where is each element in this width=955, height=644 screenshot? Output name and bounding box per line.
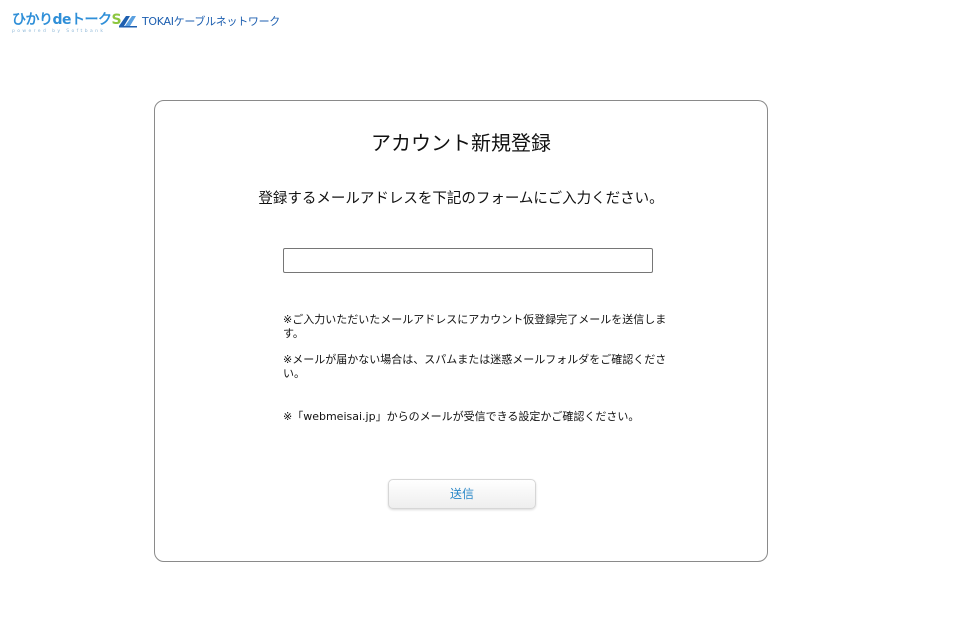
logo-main-suffix: S [111,12,122,28]
email-field[interactable] [283,248,653,273]
logo-sub-text: powered by Softbank [12,29,106,34]
logo-main-prefix: ひかりdeトーク [12,12,112,28]
note-domain-setting: ※「webmeisai.jp」からのメールが受信できる設定かご確認ください。 [283,410,640,423]
note-spam-folder: ※メールが届かない場合は、スパムまたは迷惑メールフォルダをご確認ください。 [283,353,667,380]
notes: ※ご入力いただいたメールアドレスにアカウント仮登録完了メールを送信します。 ※メ… [283,313,683,424]
tokai-logo-text: TOKAIケーブルネットワーク [142,15,281,28]
header: ひかりdeトークS powered by Softbank TOKAIケーブルネ… [12,12,280,40]
page-title: アカウント新規登録 [371,131,551,155]
registration-panel: アカウント新規登録 登録するメールアドレスを下記のフォームにご入力ください。 ※… [154,100,768,562]
note-confirmation-email: ※ご入力いただいたメールアドレスにアカウント仮登録完了メールを送信します。 [283,313,667,340]
tokai-cable-logo: TOKAIケーブルネットワーク [118,12,280,30]
submit-button[interactable]: 送信 [388,479,536,509]
page: ひかりdeトークS powered by Softbank TOKAIケーブルネ… [0,0,955,644]
instruction-text: 登録するメールアドレスを下記のフォームにご入力ください。 [258,191,664,207]
logo-main-text: ひかりdeトークS [12,12,122,28]
hikari-de-talk-logo: ひかりdeトークS powered by Softbank [12,12,122,38]
